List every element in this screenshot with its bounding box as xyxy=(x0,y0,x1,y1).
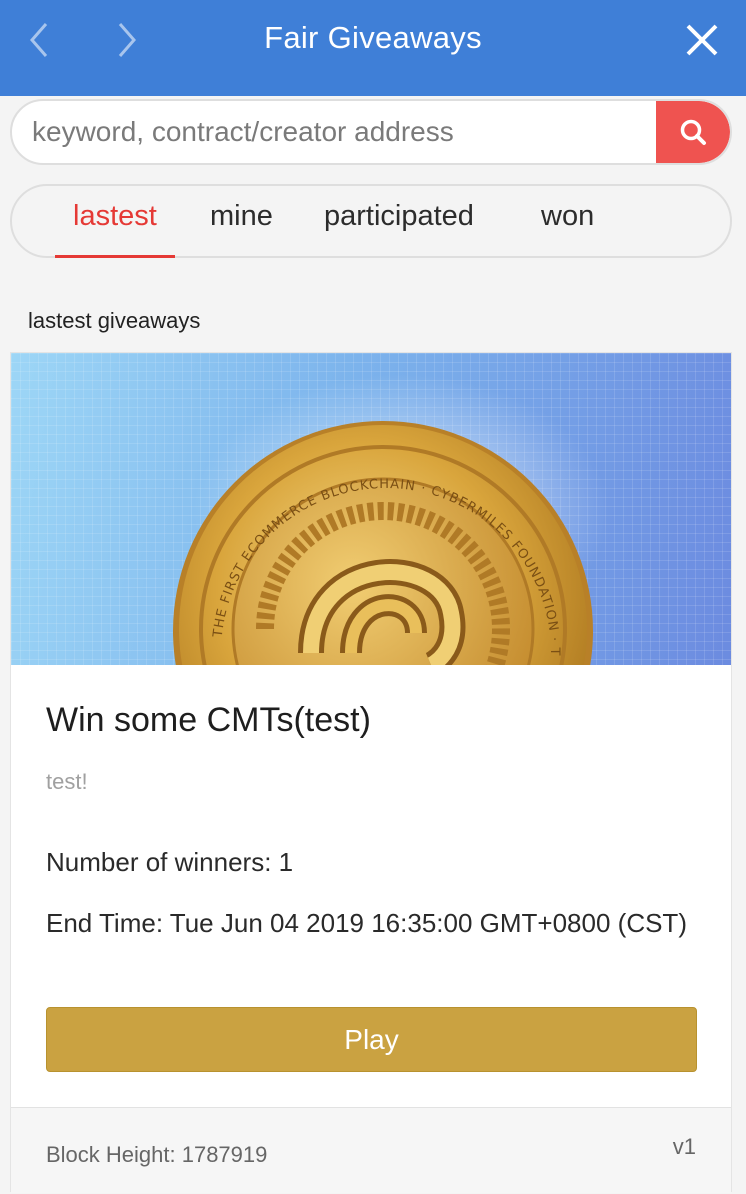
tab-bar: lastest mine participated won xyxy=(10,184,732,258)
tab-won[interactable]: won xyxy=(541,200,594,256)
page-title: Fair Giveaways xyxy=(264,20,482,55)
giveaway-banner-image: THE FIRST ECOMMERCE BLOCKCHAIN · CYBERMI… xyxy=(11,353,731,665)
card-footer: Block Height: 1787919 v1 xyxy=(11,1107,731,1193)
close-icon xyxy=(686,24,718,56)
block-height: Block Height: 1787919 xyxy=(46,1142,268,1167)
search-bar xyxy=(10,99,732,165)
giveaway-title: Win some CMTs(test) xyxy=(46,701,371,739)
tab-mine[interactable]: mine xyxy=(210,200,273,256)
search-icon xyxy=(680,119,706,145)
tab-participated[interactable]: participated xyxy=(324,200,474,256)
giveaway-description: test! xyxy=(46,769,88,794)
app-header: Fair Giveaways xyxy=(0,0,746,96)
close-button[interactable] xyxy=(680,18,724,62)
winners-count: Number of winners: 1 xyxy=(46,847,294,877)
giveaway-card: THE FIRST ECOMMERCE BLOCKCHAIN · CYBERMI… xyxy=(10,352,732,1193)
version-label: v1 xyxy=(672,1134,696,1159)
end-time: End Time: Tue Jun 04 2019 16:35:00 GMT+0… xyxy=(46,908,687,938)
play-button[interactable]: Play xyxy=(46,1007,697,1072)
search-button[interactable] xyxy=(656,101,730,163)
tab-lastest[interactable]: lastest xyxy=(55,200,175,258)
search-input[interactable] xyxy=(32,109,652,155)
section-heading: lastest giveaways xyxy=(28,308,201,333)
coin-image: THE FIRST ECOMMERCE BLOCKCHAIN · CYBERMI… xyxy=(11,353,593,665)
